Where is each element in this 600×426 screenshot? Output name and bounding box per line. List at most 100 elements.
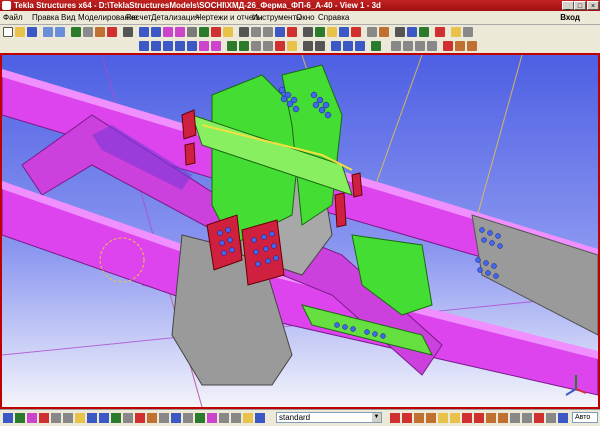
login-link[interactable]: Вход [560,11,580,24]
select-welds-icon[interactable] [263,41,273,51]
drawing-list-icon[interactable] [367,27,377,37]
undo-icon[interactable] [43,27,53,37]
bolt-plate-red-mid[interactable] [184,142,196,166]
report-icon[interactable] [379,27,389,37]
select-bolts-icon[interactable] [251,41,261,51]
select-dimensions-icon[interactable] [231,413,241,423]
select-switch-icon[interactable] [255,413,265,423]
select-parts-icon[interactable] [227,41,237,51]
select-pours-icon[interactable] [195,413,205,423]
select-all-icon[interactable] [3,413,13,423]
menu-detailing[interactable]: Детализация [151,11,199,24]
snap-perp-icon[interactable] [474,413,484,423]
plane-icon[interactable] [331,41,341,51]
split-icon[interactable] [275,27,285,37]
analysis-icon[interactable] [435,27,445,37]
menu-file[interactable]: Файл [3,11,23,24]
bolt-plate-red-top[interactable] [181,109,197,140]
column-icon[interactable] [139,27,149,37]
clash-check-icon[interactable] [351,27,361,37]
beam-icon[interactable] [151,27,161,37]
select-parts-status-icon[interactable] [15,413,25,423]
menu-tools[interactable]: Инструменты [252,11,302,24]
phase-icon[interactable] [419,27,429,37]
snap-intersect-icon[interactable] [462,413,472,423]
select-points-icon[interactable] [275,41,285,51]
fly-icon[interactable] [415,41,425,51]
select-assembly-icon[interactable] [303,41,313,51]
snap-line-ext-icon[interactable] [486,413,496,423]
snap-ref-points-icon[interactable] [390,413,400,423]
chevron-down-icon[interactable]: ▼ [372,413,381,422]
close-button[interactable]: × [587,1,599,10]
move-icon[interactable] [467,41,477,51]
work-area-icon[interactable] [343,41,353,51]
inquire-icon[interactable] [407,27,417,37]
clip-plane-icon[interactable] [355,41,365,51]
snap-mid-icon[interactable] [426,413,436,423]
snap-intersection-icon[interactable] [199,41,209,51]
bolt-plate-red-chord2[interactable] [351,172,363,198]
snap-grid-icon[interactable] [534,413,544,423]
snap-plane-icon[interactable] [558,413,568,423]
measure-icon[interactable] [395,27,405,37]
snap-midpoint-icon[interactable] [175,41,185,51]
bolt-plate-red-chord[interactable] [334,192,347,228]
fitting-icon[interactable] [239,27,249,37]
plate-icon[interactable] [175,27,185,37]
redraw-icon[interactable] [95,27,105,37]
select-nested-icon[interactable] [219,413,229,423]
snap-geom-points-icon[interactable] [402,413,412,423]
bolt-icon[interactable] [211,27,221,37]
new-icon[interactable] [3,27,13,37]
copy-icon[interactable] [455,41,465,51]
select-points-status-icon[interactable] [123,413,133,423]
create-view-icon[interactable] [71,27,81,37]
snap-lines-icon[interactable] [510,413,520,423]
menu-help[interactable]: Справка [318,11,349,24]
select-grid-icon[interactable] [39,413,49,423]
menu-edit[interactable]: Правка [32,11,59,24]
numbering-icon[interactable] [339,27,349,37]
cut-icon[interactable] [251,27,261,37]
select-grids-icon[interactable] [287,41,297,51]
minimize-button[interactable]: _ [562,1,574,10]
cross-icon[interactable] [371,41,381,51]
select-cuts-icon[interactable] [135,413,145,423]
model-canvas[interactable] [2,55,598,407]
select-icon[interactable] [123,27,133,37]
select-loads-icon[interactable] [183,413,193,423]
bolt-plate-red-right[interactable] [241,219,285,286]
model-view-3d[interactable] [0,53,600,409]
open-icon[interactable] [15,27,25,37]
snap-mode-select[interactable]: Авто [572,412,598,423]
weld-icon[interactable] [223,27,233,37]
select-filter-icon[interactable] [243,413,253,423]
snap-free-icon[interactable] [522,413,532,423]
slab-icon[interactable] [187,27,197,37]
select-tasks-icon[interactable] [207,413,217,423]
rotate-icon[interactable] [403,41,413,51]
snap-endpoint-icon[interactable] [163,41,173,51]
polybeam-icon[interactable] [163,27,173,37]
snap-perpendicular-icon[interactable] [211,41,221,51]
lock-icon[interactable] [451,27,461,37]
maximize-button[interactable]: □ [574,1,586,10]
select-reference-icon[interactable] [75,413,85,423]
zoom-icon[interactable] [107,27,117,37]
combine-icon[interactable] [287,27,297,37]
delete-icon[interactable] [443,41,453,51]
settings-icon[interactable] [463,27,473,37]
snap-reference-icon[interactable] [139,41,149,51]
select-bolts-status-icon[interactable] [63,413,73,423]
catalog-icon[interactable] [327,27,337,37]
snap-center-status-icon[interactable] [438,413,448,423]
snap-nearest-icon[interactable] [450,413,460,423]
redo-icon[interactable] [55,27,65,37]
select-reinforcement-icon[interactable] [171,413,181,423]
zoom-window-icon[interactable] [427,41,437,51]
snap-center-icon[interactable] [187,41,197,51]
select-surfaces-icon[interactable] [27,413,37,423]
menu-analysis[interactable]: Расчет [126,11,151,24]
chamfer-icon[interactable] [263,27,273,37]
